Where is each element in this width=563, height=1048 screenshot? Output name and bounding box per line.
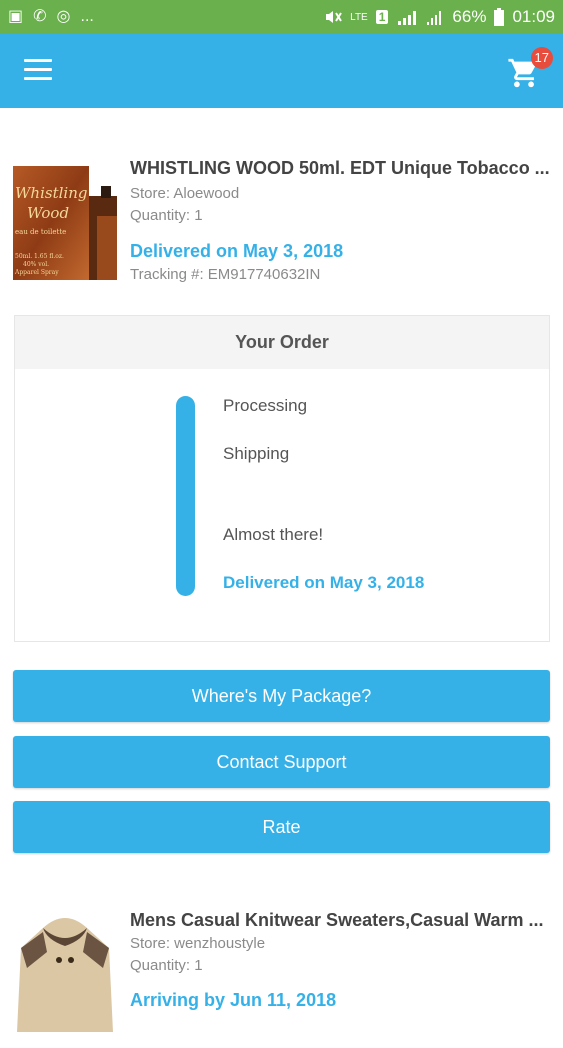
more-notifications-icon: ... bbox=[80, 8, 94, 25]
perfume-label-4: 50ml. 1.65 fl.oz. bbox=[15, 253, 64, 260]
clock: 01:09 bbox=[512, 7, 555, 26]
step-processing: Processing bbox=[223, 396, 308, 415]
battery-icon bbox=[494, 8, 505, 26]
app-bar: 17 bbox=[0, 34, 563, 108]
store-name: Store: Aloewood bbox=[130, 185, 240, 202]
rate-button[interactable]: Rate bbox=[13, 801, 550, 853]
cart-count-badge: 17 bbox=[530, 47, 553, 69]
product-title[interactable]: WHISTLING WOOD 50ml. EDT Unique Tobacco … bbox=[130, 158, 550, 179]
signal-icon bbox=[398, 11, 417, 25]
progress-bar bbox=[176, 396, 195, 596]
status-left-icons: ▣ ✆ ◎ ... bbox=[8, 9, 94, 25]
volte-label: LTE bbox=[350, 11, 368, 23]
order-item[interactable]: Whistling Wood eau de toilette 50ml. 1.6… bbox=[0, 156, 563, 296]
quantity: Quantity: 1 bbox=[130, 957, 203, 974]
store-name: Store: wenzhoustyle bbox=[130, 935, 266, 952]
status-bar: ▣ ✆ ◎ ... LTE 1 66% 01:09 bbox=[0, 0, 563, 34]
perfume-label-5: 40% vol. bbox=[23, 261, 49, 268]
cart-button[interactable]: 17 bbox=[507, 47, 553, 90]
quantity: Quantity: 1 bbox=[130, 207, 203, 224]
battery-percent: 66% bbox=[452, 7, 487, 26]
step-shipping: Shipping bbox=[223, 444, 290, 463]
perfume-label-6: Apparel Spray bbox=[14, 269, 59, 276]
hamburger-menu-icon[interactable] bbox=[24, 59, 52, 81]
signal-icon-2 bbox=[427, 11, 442, 25]
tracking-number: Tracking #: EM917740632IN bbox=[130, 266, 321, 283]
perfume-label-3: eau de toilette bbox=[15, 228, 66, 236]
step-delivered: Delivered on May 3, 2018 bbox=[223, 573, 425, 592]
wheres-my-package-button[interactable]: Where's My Package? bbox=[13, 670, 550, 722]
contact-support-button[interactable]: Contact Support bbox=[13, 736, 550, 788]
order-progress-card: Your Order Processing Shipping Almost th… bbox=[14, 315, 550, 642]
delivery-status: Arriving by Jun 11, 2018 bbox=[130, 990, 337, 1010]
order-item[interactable]: Mens Casual Knitwear Sweaters,Casual War… bbox=[0, 908, 563, 1048]
order-card-title: Your Order bbox=[15, 316, 549, 369]
perfume-label-2: Wood bbox=[27, 204, 69, 222]
step-almost-there: Almost there! bbox=[223, 525, 324, 544]
product-title[interactable]: Mens Casual Knitwear Sweaters,Casual War… bbox=[130, 910, 550, 931]
product-image-perfume: Whistling Wood eau de toilette 50ml. 1.6… bbox=[13, 156, 117, 280]
mute-icon bbox=[326, 11, 342, 23]
sync-icon: ◎ bbox=[56, 8, 71, 25]
perfume-label-1: Whistling bbox=[15, 184, 87, 202]
sim-icon: 1 bbox=[375, 10, 389, 24]
phone-icon: ✆ bbox=[33, 8, 47, 25]
gallery-icon: ▣ bbox=[8, 8, 24, 25]
product-image-sweater bbox=[13, 908, 117, 1032]
status-right-icons: LTE 1 66% 01:09 bbox=[324, 7, 555, 27]
delivery-status: Delivered on May 3, 2018 bbox=[130, 241, 344, 261]
